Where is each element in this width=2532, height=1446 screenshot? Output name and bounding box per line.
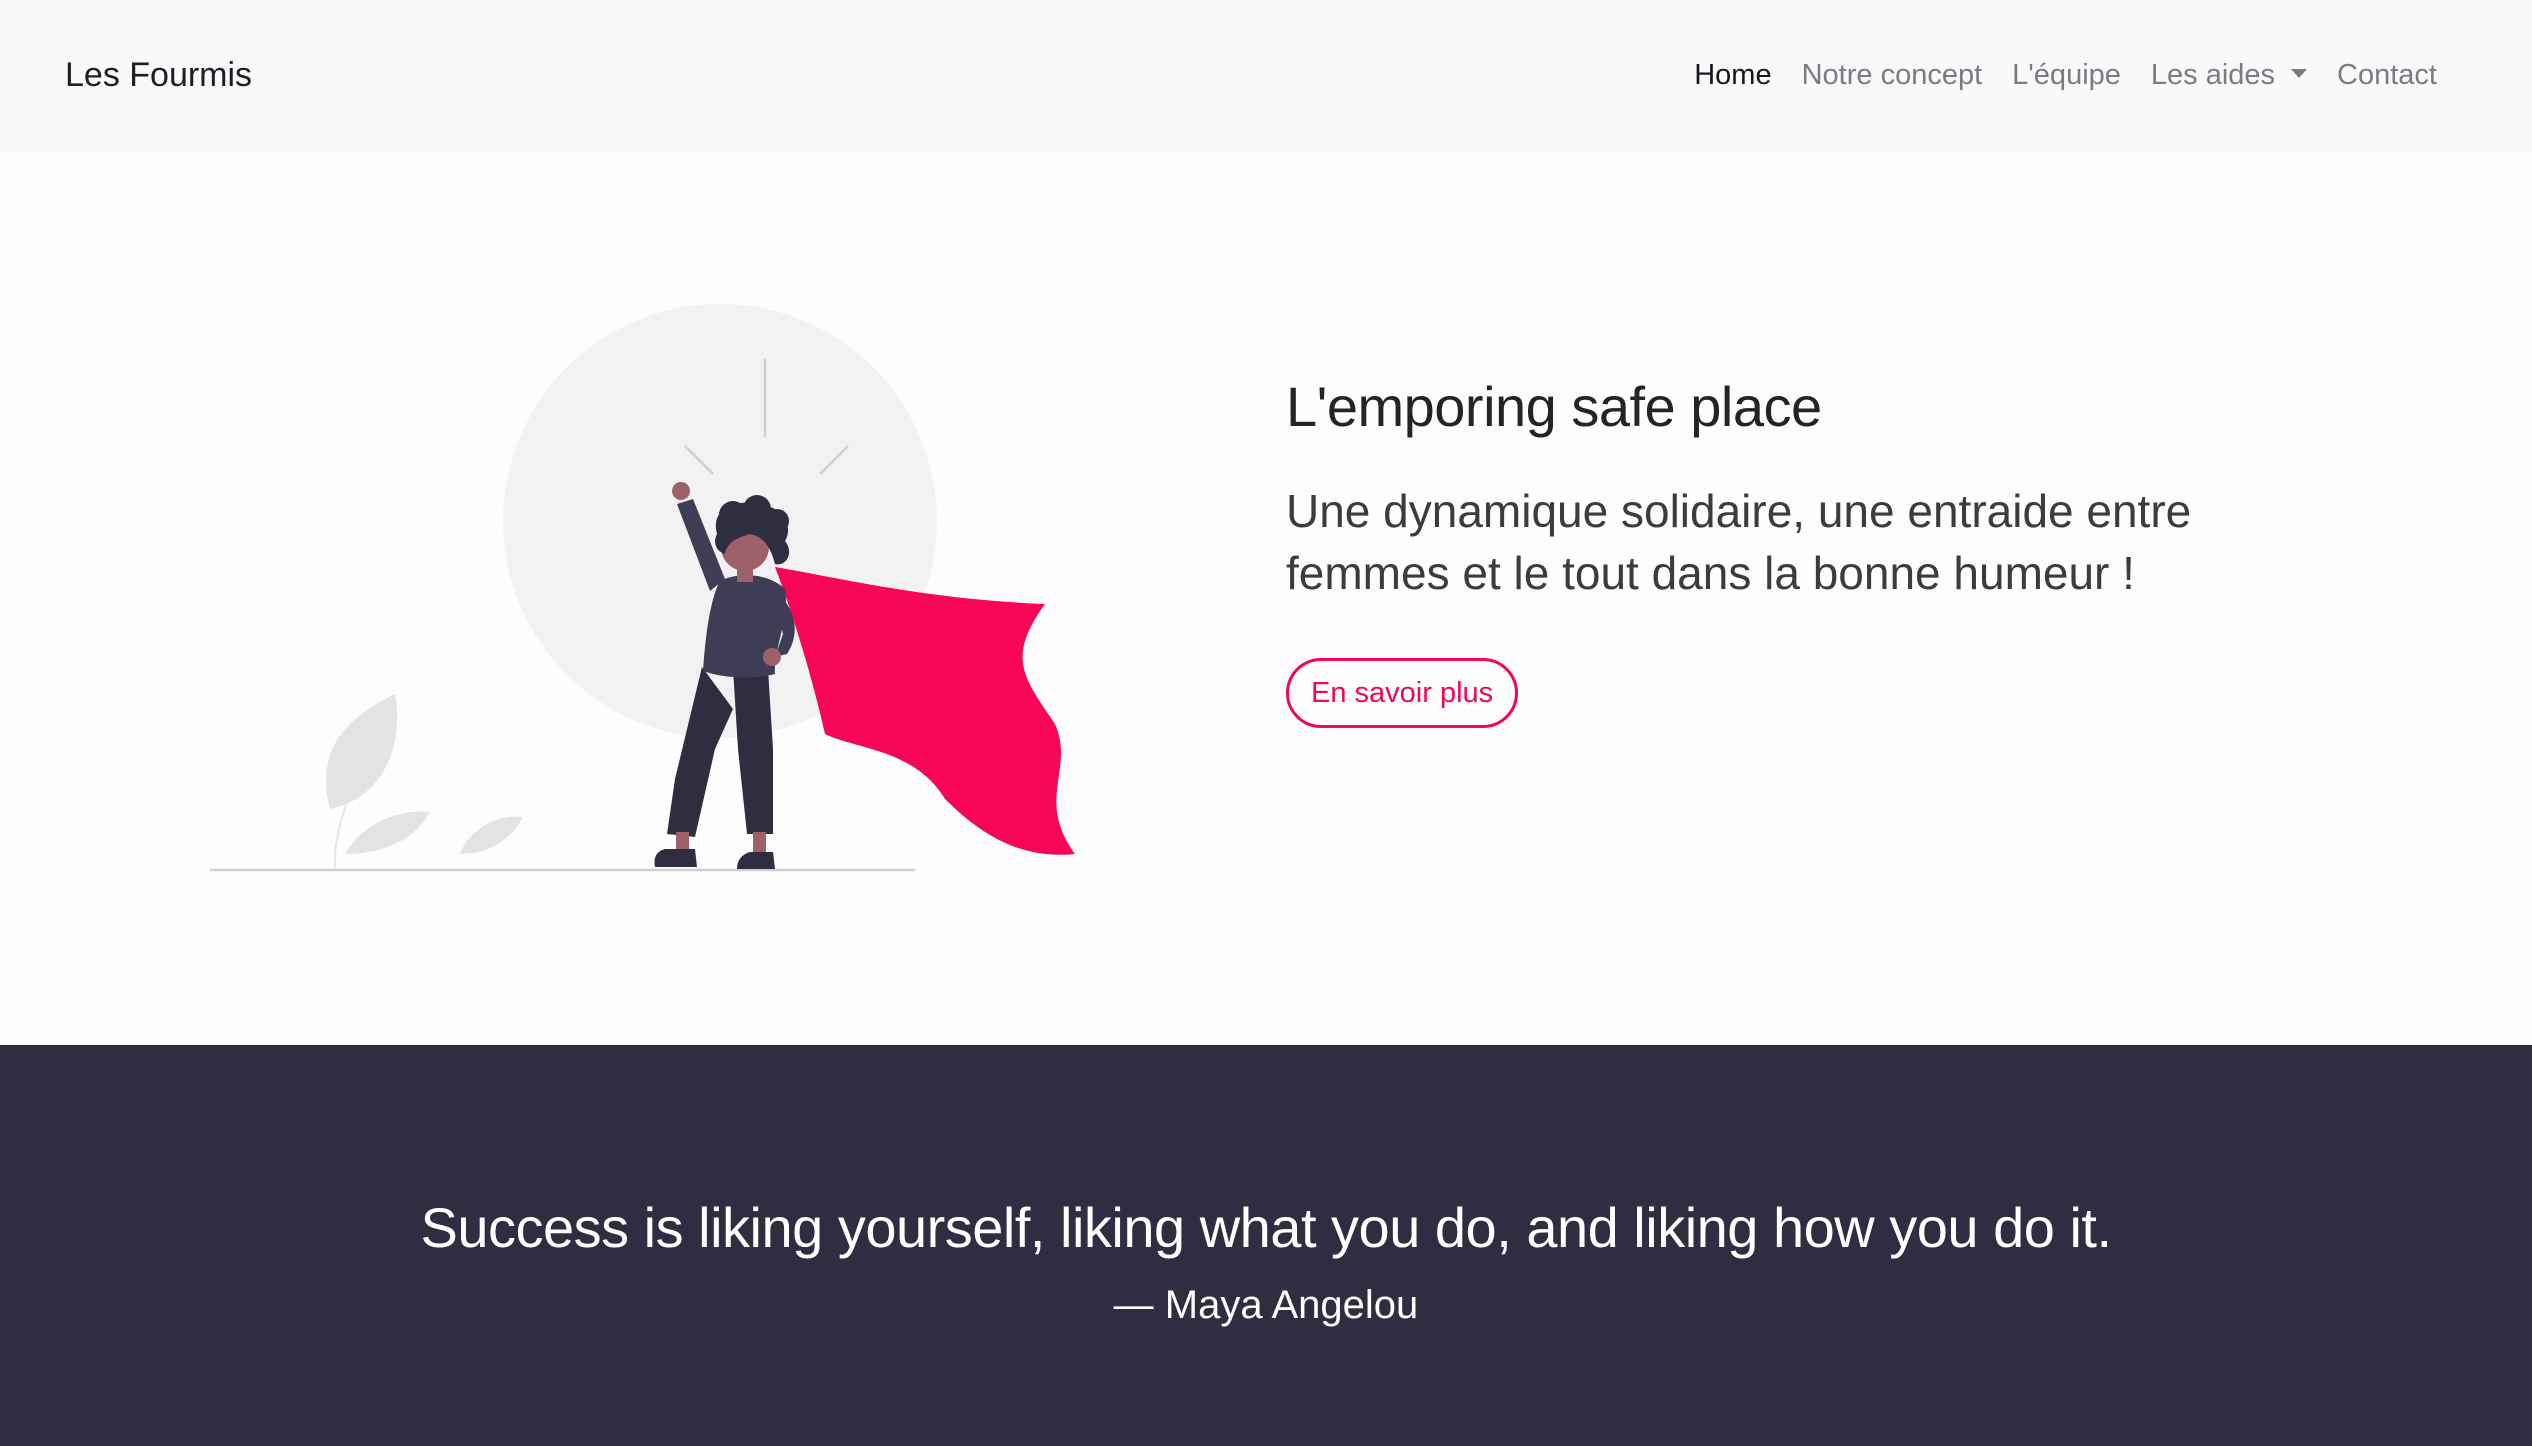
en-savoir-plus-button[interactable]: En savoir plus [1286, 658, 1519, 728]
nav-item-label: Notre concept [1801, 59, 1983, 91]
superhero-woman-cape-illustration [210, 304, 1075, 872]
nav-item-home[interactable]: Home [1679, 52, 1786, 98]
navbar: Les Fourmis Home Notre concept L'équipe … [0, 0, 2532, 152]
hero-description: Une dynamique solidaire, une entraide en… [1286, 485, 2192, 599]
nav-item-label: L'équipe [2012, 59, 2121, 91]
hero-section: L'emporing safe place Une dynamique soli… [0, 152, 2532, 1045]
nav-links: Home Notre concept L'équipe Les aides Co… [1679, 52, 2452, 98]
nav-item-notre-concept[interactable]: Notre concept [1787, 52, 1998, 98]
caret-down-icon [2291, 68, 2308, 78]
quote-text: Success is liking yourself, liking what … [420, 1196, 2112, 1259]
nav-item-equipe[interactable]: L'équipe [1997, 52, 2136, 98]
nav-item-les-aides-dropdown[interactable]: Les aides [2136, 52, 2322, 98]
hero-title: L'emporing safe place [1286, 375, 1822, 438]
nav-item-label: Les aides [2150, 59, 2276, 91]
nav-item-label: Home [1694, 59, 1772, 91]
nav-item-label: Contact [2337, 59, 2437, 91]
brand-logo[interactable]: Les Fourmis [65, 52, 252, 98]
nav-item-contact[interactable]: Contact [2322, 52, 2452, 98]
quote-section: Success is liking yourself, liking what … [0, 1045, 2532, 1446]
quote-author: — Maya Angelou [1113, 1283, 1419, 1327]
